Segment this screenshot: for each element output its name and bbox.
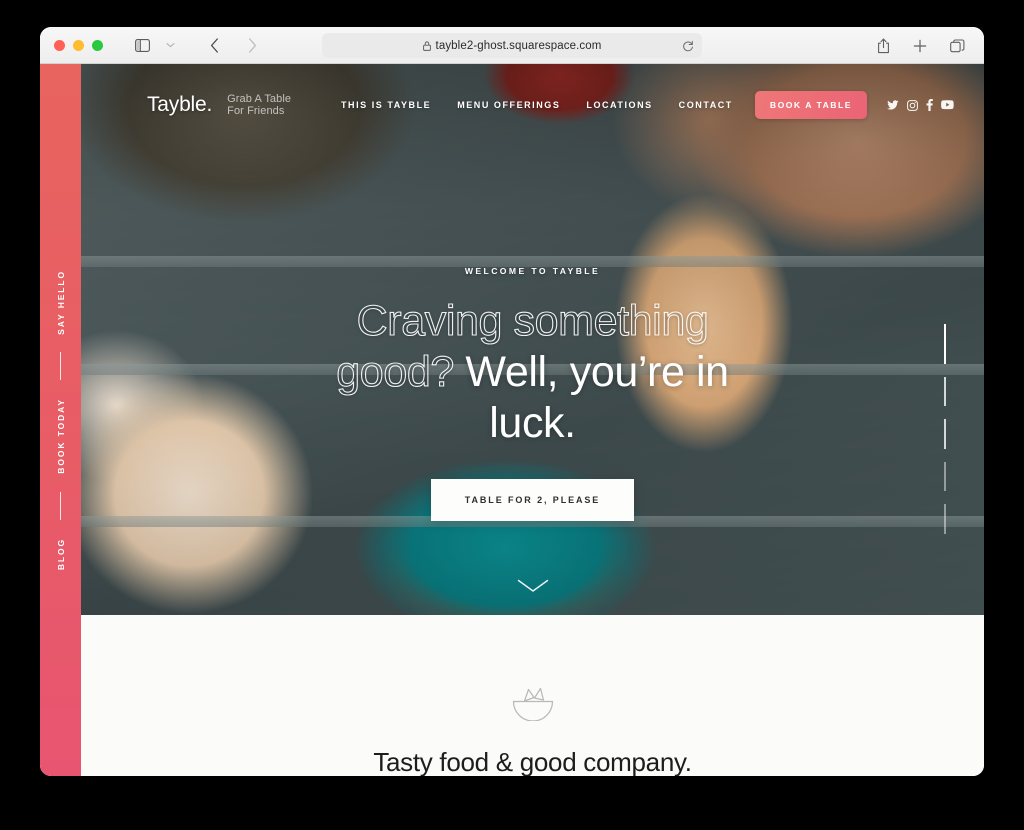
scroll-progress-indicator[interactable] <box>944 324 946 534</box>
lock-icon <box>422 40 431 51</box>
site-logo[interactable]: Tayble. <box>147 93 212 117</box>
minimize-button[interactable] <box>73 39 84 51</box>
twitter-icon[interactable] <box>887 99 899 111</box>
navigation-controls <box>201 33 265 57</box>
nav-item-menu-offerings[interactable]: MENU OFFERINGS <box>457 100 560 110</box>
rail-divider <box>60 492 61 521</box>
zoom-button[interactable] <box>92 39 103 51</box>
share-icon[interactable] <box>870 34 896 58</box>
browser-window: tayble2-ghost.squarespace.com SAY HELLO … <box>40 27 984 776</box>
intro-heading: Tasty food & good company. <box>373 747 692 776</box>
hero-section: Tayble. Grab A Table For Friends THIS IS… <box>81 64 984 615</box>
back-button[interactable] <box>201 33 227 57</box>
reload-button[interactable] <box>682 40 694 52</box>
hero-content: WELCOME TO TAYBLE Craving something good… <box>81 64 984 615</box>
nav-item-this-is-tayble[interactable]: THIS IS TAYBLE <box>341 100 431 110</box>
site-tagline: Grab A Table For Friends <box>227 93 292 117</box>
instagram-icon[interactable] <box>907 99 918 111</box>
hero-headline: Craving something good? Well, you’re in … <box>323 296 743 449</box>
window-controls <box>54 39 103 51</box>
social-links <box>887 99 954 111</box>
youtube-icon[interactable] <box>941 100 954 110</box>
hero-eyebrow: WELCOME TO TAYBLE <box>464 266 601 276</box>
toolbar-right-actions <box>870 27 970 64</box>
sidebar-controls <box>129 33 183 57</box>
side-rail-links: SAY HELLO BOOK TODAY BLOG <box>56 270 66 571</box>
tabs-icon[interactable] <box>944 34 970 58</box>
forward-button[interactable] <box>239 33 265 57</box>
main-nav: THIS IS TAYBLE MENU OFFERINGS LOCATIONS … <box>341 100 733 110</box>
intro-section: Tasty food & good company. <box>81 615 984 776</box>
browser-toolbar: tayble2-ghost.squarespace.com <box>40 27 984 64</box>
rail-divider <box>60 352 61 381</box>
book-a-table-button[interactable]: BOOK A TABLE <box>754 91 867 119</box>
url-text: tayble2-ghost.squarespace.com <box>435 39 602 52</box>
chevron-down-icon[interactable] <box>157 33 183 57</box>
rail-link-blog[interactable]: BLOG <box>56 538 66 570</box>
screenshot-root: tayble2-ghost.squarespace.com SAY HELLO … <box>0 0 1024 830</box>
facebook-icon[interactable] <box>926 99 933 111</box>
close-button[interactable] <box>54 39 65 51</box>
address-bar[interactable]: tayble2-ghost.squarespace.com <box>322 33 702 58</box>
headline-solid-text: Well, you’re in luck. <box>453 348 729 447</box>
rail-link-say-hello[interactable]: SAY HELLO <box>56 270 66 335</box>
hero-cta-button[interactable]: TABLE FOR 2, PLEASE <box>430 479 635 521</box>
side-rail: SAY HELLO BOOK TODAY BLOG <box>40 64 81 776</box>
web-page: SAY HELLO BOOK TODAY BLOG Tayble. Grab A… <box>40 64 984 776</box>
site-header: Tayble. Grab A Table For Friends THIS IS… <box>81 64 984 146</box>
sidebar-toggle-button[interactable] <box>129 33 155 57</box>
plus-icon[interactable] <box>907 34 933 58</box>
nav-item-locations[interactable]: LOCATIONS <box>586 100 652 110</box>
salsa-bowl-icon <box>511 683 555 721</box>
rail-link-book-today[interactable]: BOOK TODAY <box>56 398 66 474</box>
nav-item-contact[interactable]: CONTACT <box>679 100 733 110</box>
